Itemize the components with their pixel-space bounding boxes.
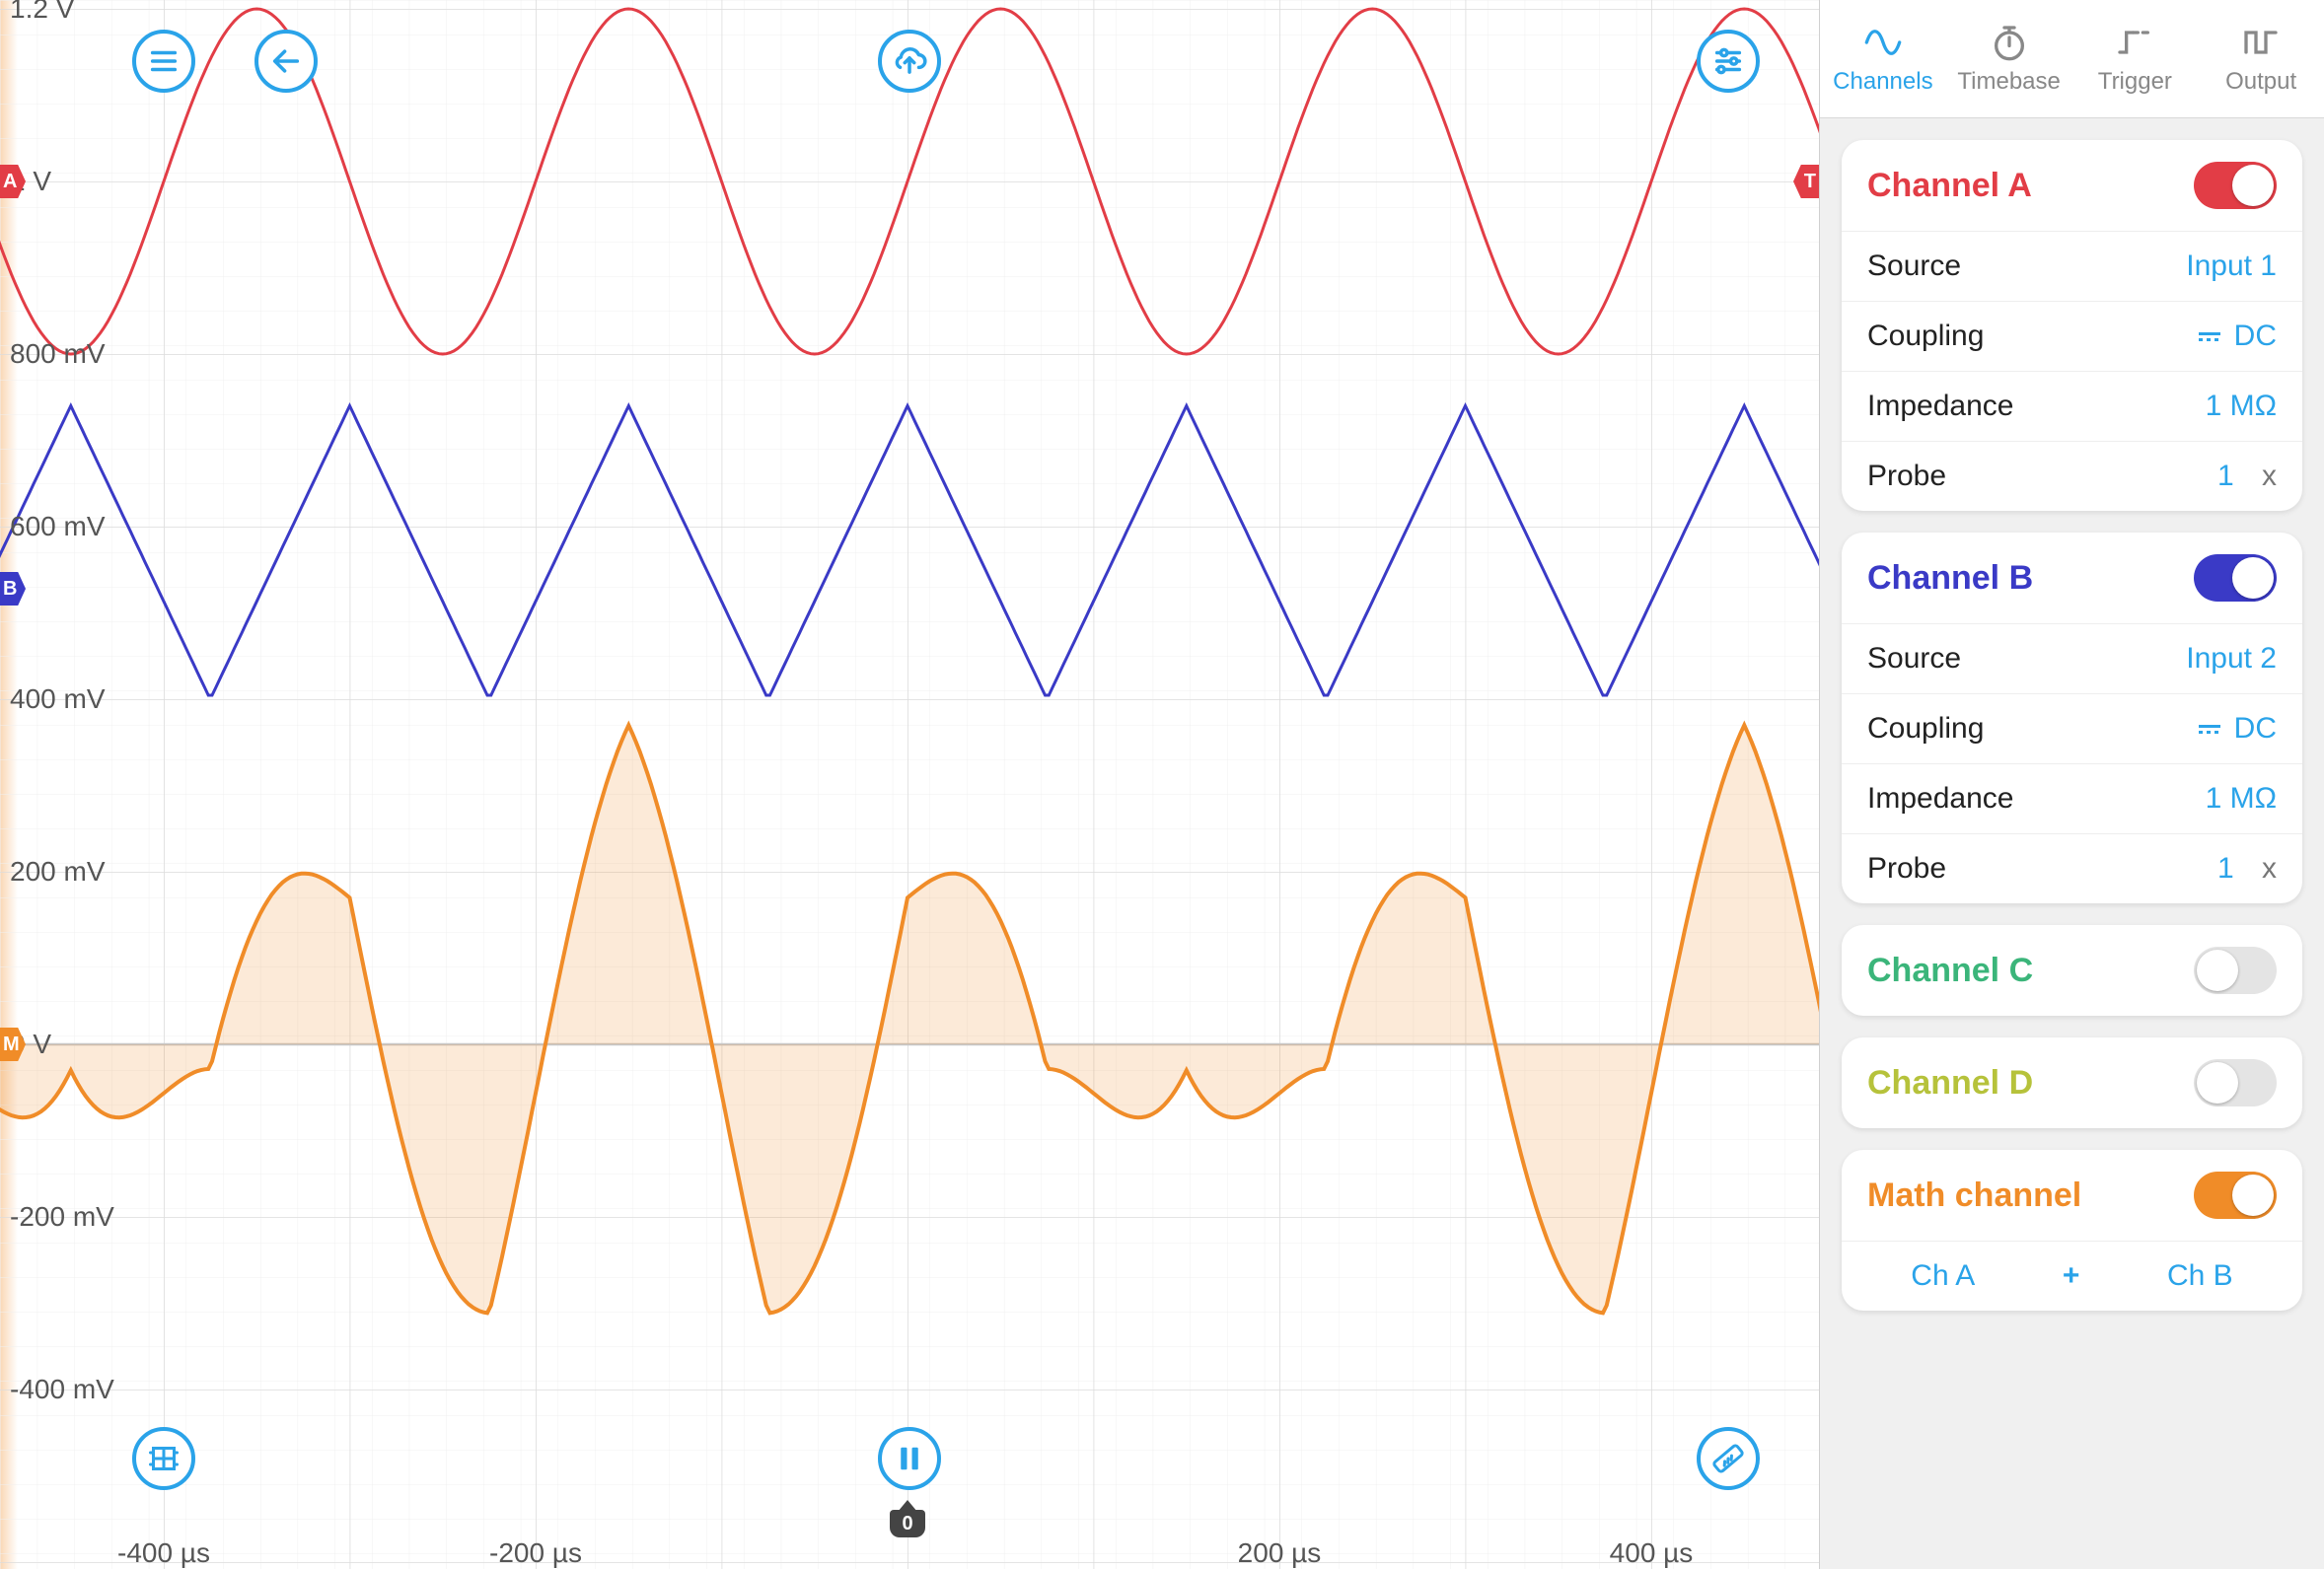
tab-label: Timebase: [1957, 68, 2060, 96]
tab-output[interactable]: Output: [2198, 0, 2324, 117]
channel-b-card: Channel B Source Input 2 Coupling DC Imp…: [1842, 533, 2302, 903]
channel-b-coupling-row[interactable]: Coupling DC: [1842, 693, 2302, 763]
sliders-icon: [1711, 44, 1745, 78]
channel-c-card: Channel C: [1842, 925, 2302, 1016]
channel-a-toggle[interactable]: [2194, 162, 2277, 209]
channel-c-toggle[interactable]: [2194, 947, 2277, 994]
channel-c-title: Channel C: [1867, 952, 2033, 990]
cloud-upload-icon: [891, 42, 928, 80]
sine-icon: [1861, 23, 1905, 62]
time-zero-marker[interactable]: 0: [890, 1510, 925, 1537]
pause-button[interactable]: [878, 1427, 941, 1490]
y-axis-label: 600 mV: [10, 511, 106, 542]
channel-d-card: Channel D: [1842, 1037, 2302, 1128]
measure-button[interactable]: [1697, 1427, 1760, 1490]
math-operator[interactable]: +: [2063, 1259, 2080, 1293]
ruler-icon: [1710, 1441, 1746, 1476]
channel-b-toggle[interactable]: [2194, 554, 2277, 602]
cards-container: Channel A Source Input 1 Coupling DC Imp…: [1820, 118, 2324, 1569]
autoset-button[interactable]: [132, 1427, 195, 1490]
x-axis-label: 200 µs: [1238, 1537, 1322, 1569]
x-axis-label: 400 µs: [1610, 1537, 1694, 1569]
square-wave-icon: [2239, 23, 2283, 62]
panel-tabs: Channels Timebase Trigger Output: [1820, 0, 2324, 118]
arrow-left-icon: [269, 44, 303, 78]
tab-label: Channels: [1833, 68, 1932, 96]
grid-and-traces: [0, 0, 1819, 1569]
pause-icon: [895, 1444, 924, 1473]
channel-a-coupling-row[interactable]: Coupling DC: [1842, 301, 2302, 371]
y-axis-label: 800 mV: [10, 338, 106, 370]
side-panel: Channels Timebase Trigger Output Channel…: [1819, 0, 2324, 1569]
math-left-operand[interactable]: Ch A: [1911, 1259, 1975, 1293]
channel-a-title: Channel A: [1867, 167, 2032, 205]
math-channel-card: Math channel Ch A + Ch B: [1842, 1150, 2302, 1311]
tab-label: Output: [2225, 68, 2296, 96]
channel-b-impedance-row[interactable]: Impedance 1 MΩ: [1842, 763, 2302, 833]
x-axis-label: -200 µs: [489, 1537, 582, 1569]
math-channel-title: Math channel: [1867, 1177, 2081, 1215]
channel-b-probe-row[interactable]: Probe 1 x: [1842, 833, 2302, 903]
dc-icon: [2199, 332, 2220, 341]
channel-d-toggle[interactable]: [2194, 1059, 2277, 1106]
channel-b-source-row[interactable]: Source Input 2: [1842, 623, 2302, 693]
channel-a-probe-row[interactable]: Probe 1 x: [1842, 441, 2302, 511]
oscilloscope-plot[interactable]: 1.2 V1 V800 mV600 mV400 mV200 mV0 V-200 …: [0, 0, 1819, 1569]
tab-label: Trigger: [2098, 68, 2172, 96]
tab-channels[interactable]: Channels: [1820, 0, 1946, 117]
channel-a-card: Channel A Source Input 1 Coupling DC Imp…: [1842, 140, 2302, 511]
menu-icon: [147, 44, 181, 78]
dc-icon: [2199, 725, 2220, 734]
math-channel-toggle[interactable]: [2194, 1172, 2277, 1219]
tab-trigger[interactable]: Trigger: [2072, 0, 2199, 117]
y-axis-label: 1.2 V: [10, 0, 74, 25]
x-axis-label: -400 µs: [117, 1537, 210, 1569]
menu-button[interactable]: [132, 30, 195, 93]
channel-a-source-row[interactable]: Source Input 1: [1842, 231, 2302, 301]
math-right-operand[interactable]: Ch B: [2167, 1259, 2233, 1293]
y-axis-label: 400 mV: [10, 683, 106, 715]
y-axis-label: -200 mV: [10, 1201, 114, 1233]
trigger-icon: [2113, 23, 2156, 62]
y-axis-label: 200 mV: [10, 856, 106, 888]
y-axis-label: -400 mV: [10, 1374, 114, 1405]
stopwatch-icon: [1988, 23, 2031, 62]
channel-b-title: Channel B: [1867, 559, 2033, 598]
back-button[interactable]: [254, 30, 318, 93]
channel-d-title: Channel D: [1867, 1064, 2033, 1103]
cloud-upload-button[interactable]: [878, 30, 941, 93]
channel-a-impedance-row[interactable]: Impedance 1 MΩ: [1842, 371, 2302, 441]
autoset-icon: [146, 1441, 182, 1476]
settings-button[interactable]: [1697, 30, 1760, 93]
tab-timebase[interactable]: Timebase: [1946, 0, 2072, 117]
